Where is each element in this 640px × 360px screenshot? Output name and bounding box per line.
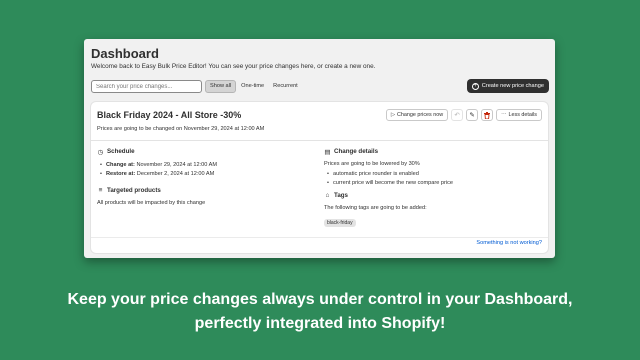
less-details-button[interactable]: ⋯ Less details — [496, 109, 542, 121]
filter-recurrent[interactable]: Recurrent — [269, 80, 302, 93]
change-details-heading: ▤ Change details — [324, 147, 544, 156]
targeted-products-heading: ≡ Targeted products — [97, 186, 317, 195]
price-change-title: Black Friday 2024 - All Store -30% — [97, 110, 242, 120]
delete-button[interactable] — [481, 109, 494, 121]
change-details-label: Change details — [334, 148, 379, 155]
list-item: current price will become the new compar… — [324, 179, 544, 188]
price-change-subtitle: Prices are going to be changed on Novemb… — [97, 126, 265, 132]
filter-tabs: Show all One-time Recurrent — [205, 80, 302, 93]
document-icon: ▤ — [324, 148, 331, 156]
card-footer-divider — [91, 237, 548, 238]
filter-one-time[interactable]: One-time — [237, 80, 268, 93]
caption-line-1: Keep your price changes always under con… — [67, 291, 573, 308]
card-divider — [91, 140, 548, 141]
targeted-products-label: Targeted products — [107, 187, 161, 194]
filter-show-all[interactable]: Show all — [205, 80, 237, 93]
plus-circle-icon: + — [471, 82, 479, 90]
tag-icon: ⌂ — [325, 192, 330, 199]
tag-badge: black-friday — [324, 219, 356, 227]
restore-at-label: Restore at: — [106, 171, 136, 177]
details-left-column: ◷ Schedule Change at: November 29, 2024 … — [97, 147, 317, 206]
restore-at-value: December 2, 2024 at 12:00 AM — [136, 171, 215, 177]
schedule-heading-label: Schedule — [107, 148, 135, 155]
edit-button[interactable]: ✎ — [466, 109, 479, 121]
schedule-heading: ◷ Schedule — [97, 147, 317, 156]
tags-heading: ⌂ Tags — [324, 191, 544, 200]
search-input[interactable] — [91, 80, 202, 93]
tags-heading-label: Tags — [334, 192, 348, 199]
clock-icon: ◷ — [97, 148, 104, 156]
change-prices-label: Change prices now — [396, 112, 444, 118]
details-right-column: ▤ Change details Prices are going to be … — [324, 147, 544, 229]
less-details-label: Less details — [508, 112, 537, 118]
collapse-icon: ⋯ — [501, 112, 507, 118]
promo-caption: Keep your price changes always under con… — [0, 288, 640, 336]
change-at-value: November 29, 2024 at 12:00 AM — [136, 162, 218, 168]
price-change-card: Black Friday 2024 - All Store -30% Price… — [91, 102, 548, 253]
trash-icon — [484, 111, 491, 119]
undo-icon: ↶ — [454, 112, 460, 119]
filter-icon: ≡ — [98, 187, 103, 194]
change-at-label: Change at: — [106, 162, 135, 168]
change-details-text: Prices are going to be lowered by 30% — [324, 161, 420, 167]
list-item: automatic price rounder is enabled — [324, 170, 544, 179]
change-at-item: Change at: November 29, 2024 at 12:00 AM — [97, 161, 317, 170]
change-details-list: automatic price rounder is enabled curre… — [324, 170, 544, 188]
create-button-label: Create new price change — [481, 83, 544, 89]
schedule-list: Change at: November 29, 2024 at 12:00 AM… — [97, 161, 317, 179]
targeted-products-text: All products will be impacted by this ch… — [97, 200, 206, 206]
help-link[interactable]: Something is not working? — [476, 240, 542, 246]
play-icon: ▷ — [390, 112, 395, 118]
card-actions: ▷ Change prices now ↶ ✎ ⋯ Less details — [385, 109, 542, 121]
caption-line-2: perfectly integrated into Shopify! — [194, 315, 446, 332]
pencil-icon: ✎ — [469, 112, 475, 119]
welcome-text: Welcome back to Easy Bulk Price Editor! … — [91, 63, 376, 70]
restore-at-item: Restore at: December 2, 2024 at 12:00 AM — [97, 170, 317, 179]
page-title: Dashboard — [91, 46, 159, 61]
create-price-change-button[interactable]: + Create new price change — [466, 79, 549, 93]
app-screenshot: Dashboard Welcome back to Easy Bulk Pric… — [84, 39, 555, 258]
undo-button[interactable]: ↶ — [451, 109, 464, 121]
change-prices-now-button[interactable]: ▷ Change prices now — [385, 109, 449, 121]
tags-text: The following tags are going to be added… — [324, 205, 427, 211]
